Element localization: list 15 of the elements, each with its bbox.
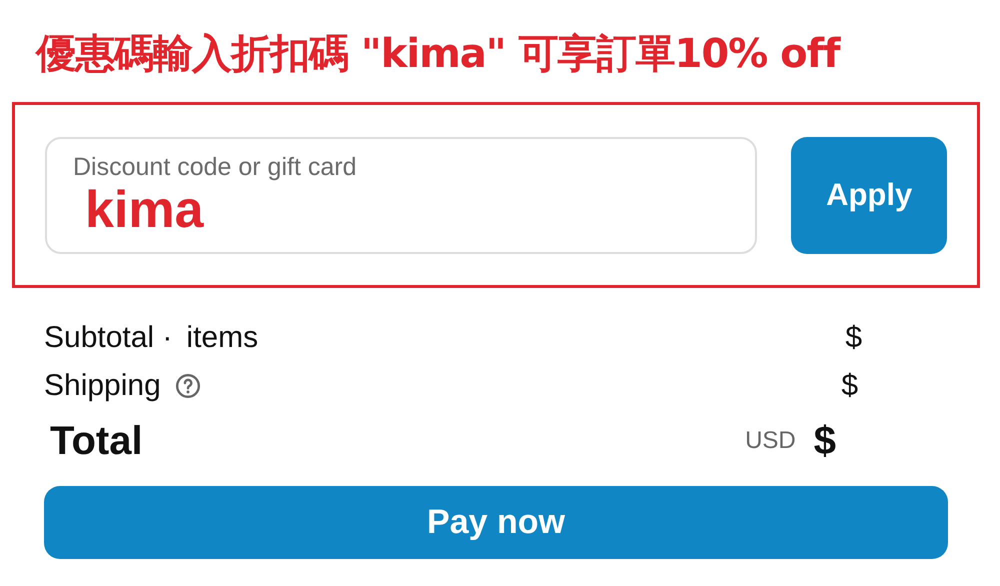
field-label: Discount code or gift card — [73, 152, 356, 182]
summary-label: items — [186, 321, 258, 355]
help-icon[interactable] — [174, 373, 201, 399]
total-label: Total — [50, 418, 143, 464]
currency-label: USD — [745, 427, 796, 455]
summary-amount: $ — [845, 321, 862, 355]
promo-text: 優惠碼輸入折扣碼 "kima" 可享訂單10% off — [36, 30, 840, 79]
summary-label: Shipping — [44, 369, 161, 403]
apply-button[interactable]: Apply — [791, 136, 947, 254]
pay-now-button[interactable]: Pay now — [44, 486, 948, 559]
discount-field[interactable]: Discount code or gift card kima — [45, 136, 758, 254]
total-amount: $ — [814, 418, 836, 464]
summary-amount: $ — [841, 369, 858, 403]
summary-label: Subtotal · — [44, 321, 172, 355]
field-value: kima — [85, 182, 204, 238]
